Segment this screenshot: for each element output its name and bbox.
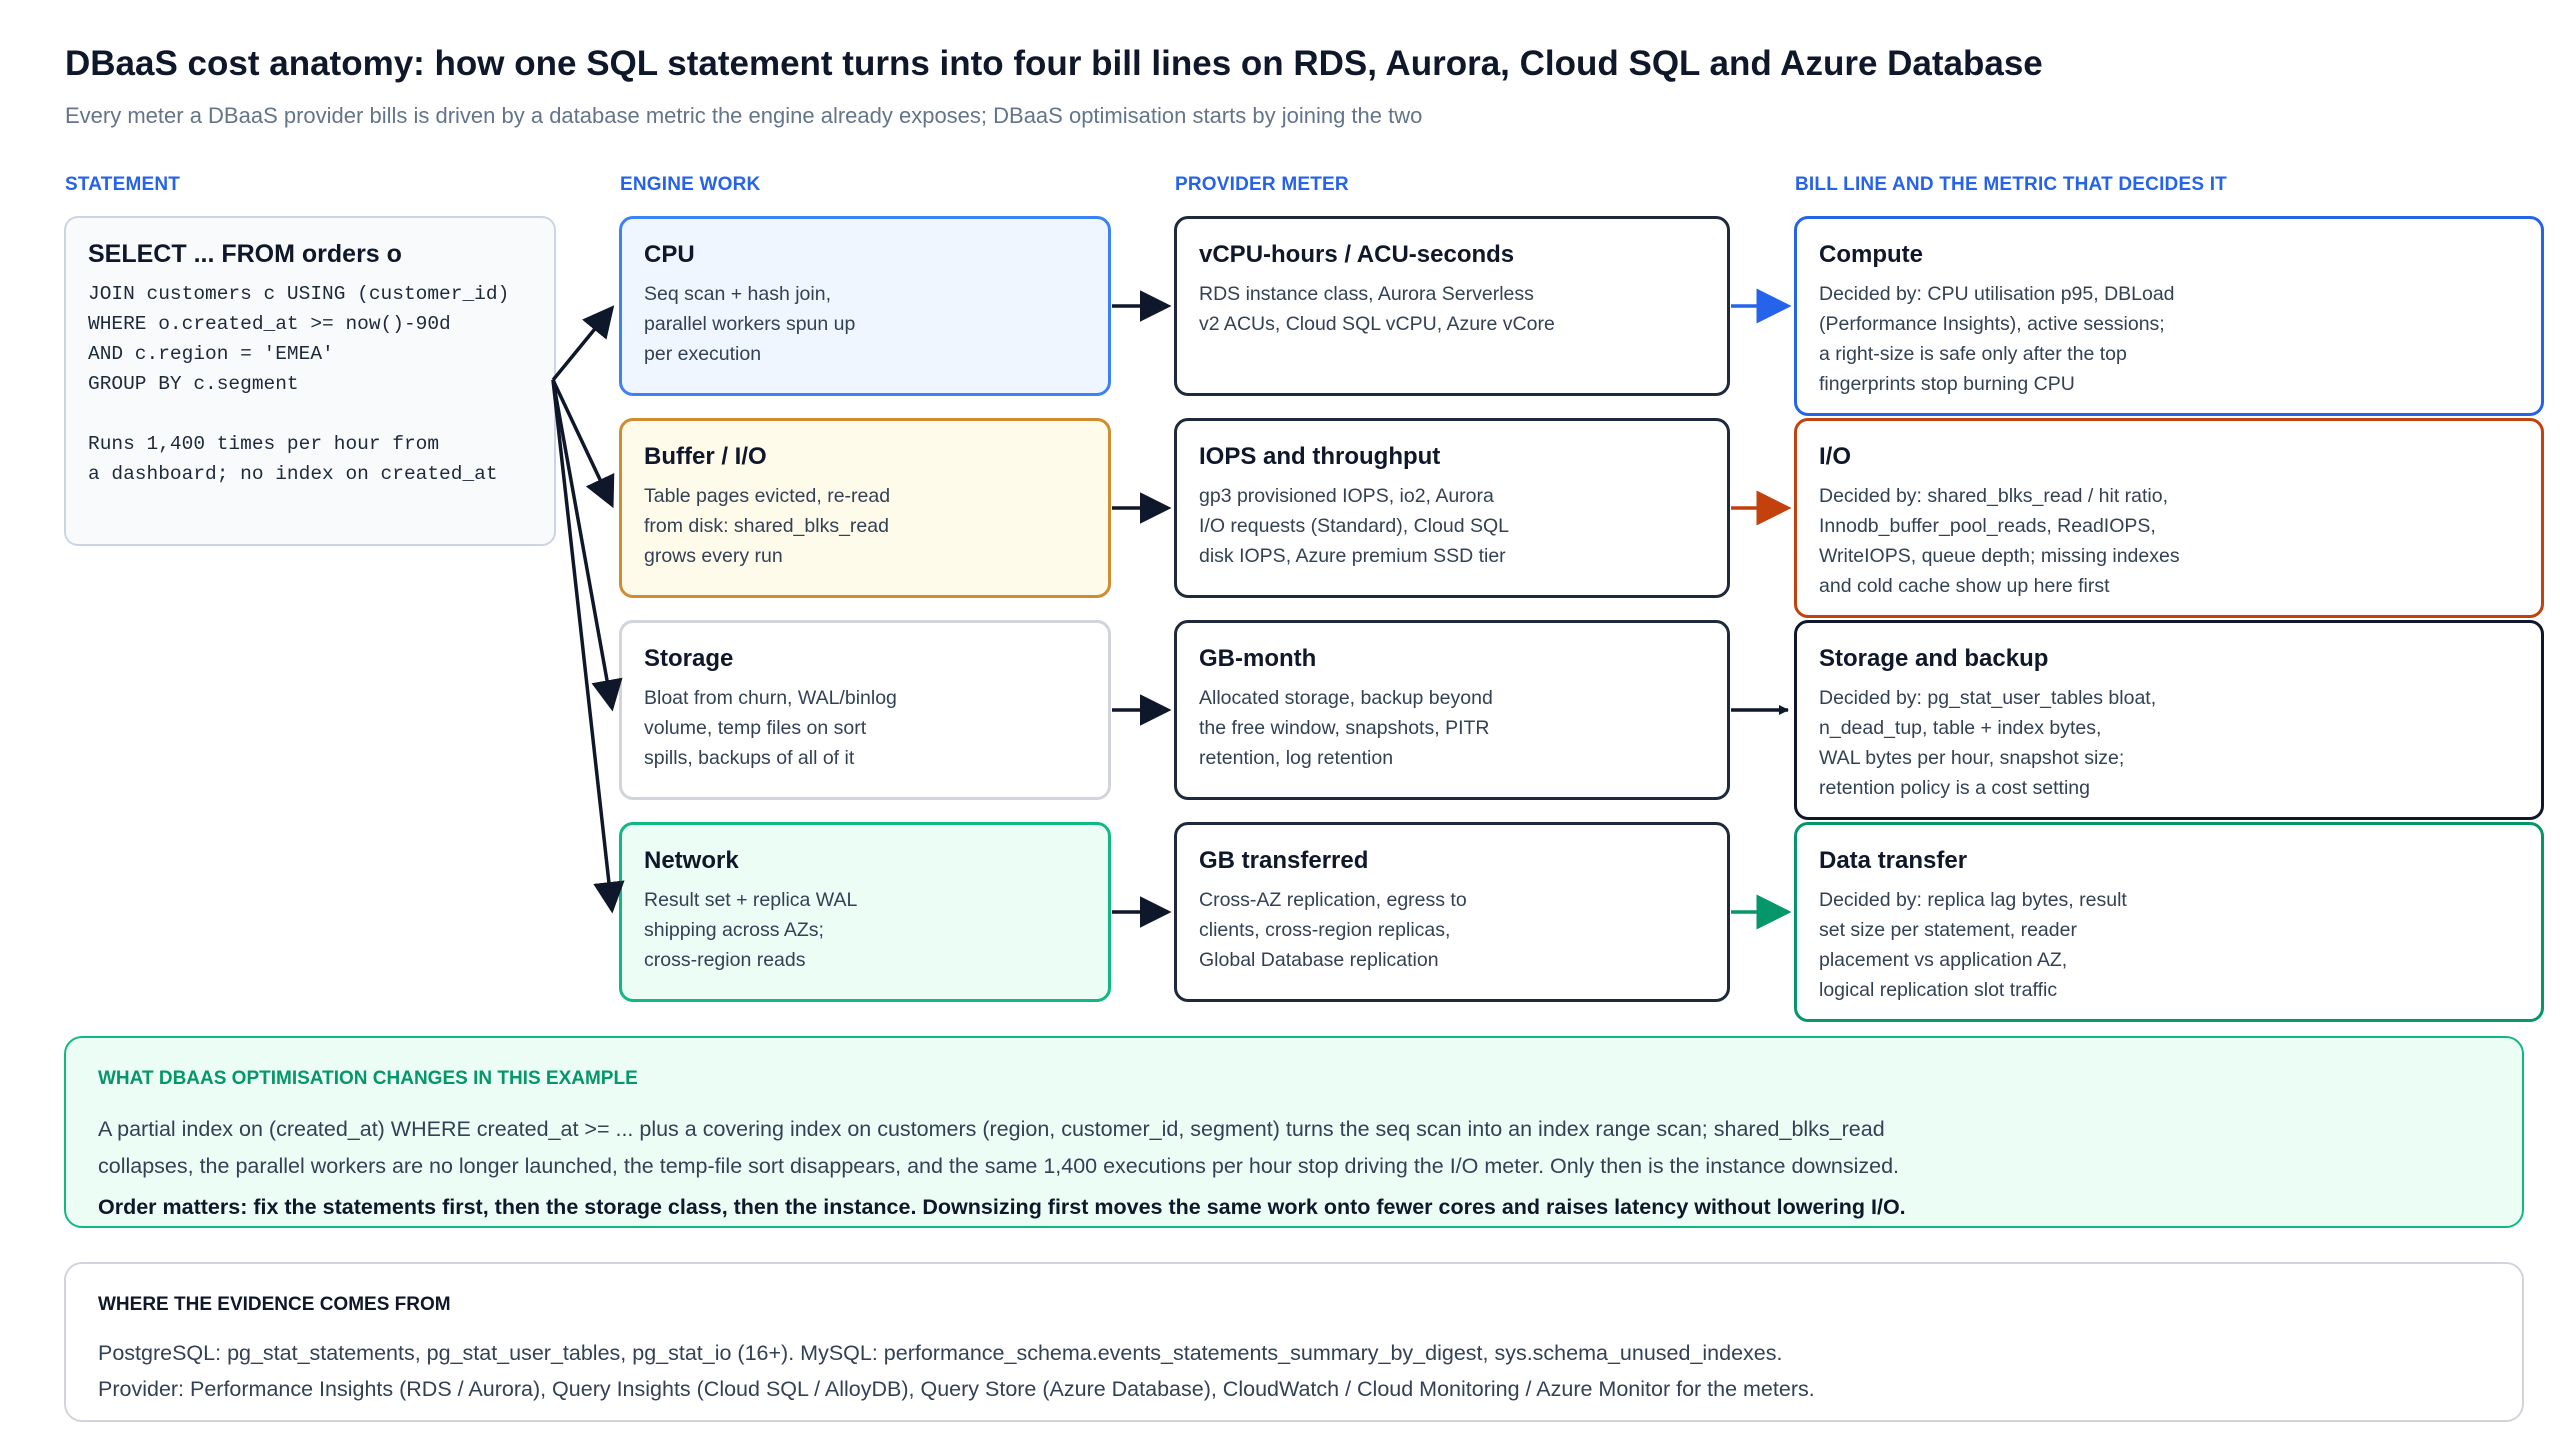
evidence-panel: WHERE THE EVIDENCE COMES FROM PostgreSQL… — [64, 1262, 2524, 1422]
evidence-line-postgres-mysql: PostgreSQL: pg_stat_statements, pg_stat_… — [98, 1341, 1783, 1365]
optimisation-panel: WHAT DBAAS OPTIMISATION CHANGES IN THIS … — [64, 1036, 2524, 1228]
arrow-statement-to-network — [551, 379, 625, 914]
evidence-heading: WHERE THE EVIDENCE COMES FROM — [98, 1294, 451, 1315]
optimisation-line-1: A partial index on (created_at) WHERE cr… — [98, 1117, 1885, 1141]
optimisation-order-note: Order matters: fix the statements first,… — [98, 1195, 1906, 1219]
optimisation-line-2: collapses, the parallel workers are no l… — [98, 1154, 1900, 1178]
connector-arrows — [551, 288, 1792, 930]
optimisation-heading: WHAT DBAAS OPTIMISATION CHANGES IN THIS … — [98, 1068, 638, 1089]
evidence-line-provider: Provider: Performance Insights (RDS / Au… — [98, 1377, 1815, 1401]
arrow-statement-to-buffer — [551, 379, 615, 509]
arrow-statement-to-cpu — [551, 305, 615, 382]
